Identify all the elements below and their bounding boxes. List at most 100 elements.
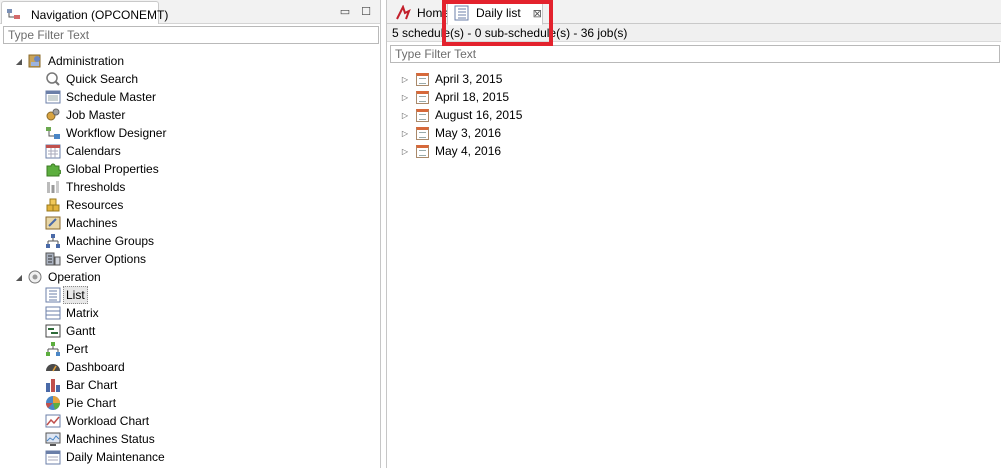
tree-item-workflow-designer[interactable]: Workflow Designer bbox=[0, 124, 380, 142]
tree-item-pie-chart[interactable]: Pie Chart bbox=[0, 394, 380, 412]
tree-item-label: Job Master bbox=[66, 108, 126, 122]
maximize-button[interactable]: ☐ bbox=[359, 4, 373, 18]
summary-status: 5 schedule(s) - 0 sub-schedule(s) - 36 j… bbox=[387, 24, 1001, 42]
calendar-icon bbox=[416, 72, 429, 86]
calendar-icon bbox=[416, 90, 429, 104]
pert-icon bbox=[45, 341, 61, 357]
schedule-date-label: August 16, 2015 bbox=[435, 108, 523, 122]
tree-item-workload-chart[interactable]: Workload Chart bbox=[0, 412, 380, 430]
tab-daily-list[interactable]: Daily list ⊠ bbox=[447, 1, 543, 25]
tree-item-label: Pie Chart bbox=[66, 396, 117, 410]
navigation-tree: ◢ Administration Quick Search Schedule M… bbox=[0, 52, 380, 466]
admin-icon bbox=[27, 53, 43, 69]
expand-arrow-icon[interactable]: ◢ bbox=[14, 56, 24, 66]
tree-item-schedule-master[interactable]: Schedule Master bbox=[0, 88, 380, 106]
tree-item-label: Daily Maintenance bbox=[66, 450, 165, 464]
expand-arrow-icon[interactable]: ▷ bbox=[400, 146, 410, 156]
navigation-header: Navigation (OPCONEMT) ▭ ☐ bbox=[0, 0, 380, 24]
tree-item-label: Resources bbox=[66, 198, 124, 212]
expand-arrow-icon[interactable]: ▷ bbox=[400, 110, 410, 120]
gears-icon bbox=[45, 107, 61, 123]
schedule-date-list: ▷ April 3, 2015 ▷ April 18, 2015 ▷ Augus… bbox=[400, 70, 522, 160]
navigation-icon bbox=[6, 7, 22, 23]
schedule-date-label: May 3, 2016 bbox=[435, 126, 502, 140]
workload-chart-icon bbox=[45, 413, 61, 429]
calendar-icon bbox=[416, 108, 429, 122]
machine-groups-icon bbox=[45, 233, 61, 249]
calendar-icon bbox=[45, 143, 61, 159]
navigation-filter-input[interactable] bbox=[3, 26, 379, 44]
tree-item-label: Workflow Designer bbox=[66, 126, 167, 140]
thresholds-icon bbox=[45, 179, 61, 195]
daily-maintenance-icon bbox=[45, 449, 61, 465]
navigation-pane: Navigation (OPCONEMT) ▭ ☐ ◢ Administrati… bbox=[0, 0, 381, 468]
tree-item-global-properties[interactable]: Global Properties bbox=[0, 160, 380, 178]
list-item[interactable]: ▷ May 4, 2016 bbox=[400, 142, 522, 160]
tree-item-label: Server Options bbox=[66, 252, 147, 266]
machines-status-icon bbox=[45, 431, 61, 447]
tree-item-label: Global Properties bbox=[66, 162, 159, 176]
tree-item-label: Calendars bbox=[66, 144, 121, 158]
schedule-master-icon bbox=[45, 89, 61, 105]
navigation-tab-title: Navigation (OPCONEMT) bbox=[31, 7, 169, 22]
tree-item-dashboard[interactable]: Dashboard bbox=[0, 358, 380, 376]
expand-arrow-icon[interactable]: ▷ bbox=[400, 92, 410, 102]
tree-item-matrix[interactable]: Matrix bbox=[0, 304, 380, 322]
tree-item-machines-status[interactable]: Machines Status bbox=[0, 430, 380, 448]
pie-chart-icon bbox=[45, 395, 61, 411]
list-icon bbox=[454, 5, 470, 21]
calendar-icon bbox=[416, 126, 429, 140]
server-options-icon bbox=[45, 251, 61, 267]
tree-item-label: Bar Chart bbox=[66, 378, 118, 392]
tree-item-gantt[interactable]: Gantt bbox=[0, 322, 380, 340]
expand-arrow-icon[interactable]: ▷ bbox=[400, 128, 410, 138]
tree-item-label: Matrix bbox=[66, 306, 99, 320]
list-item[interactable]: ▷ August 16, 2015 bbox=[400, 106, 522, 124]
tree-item-server-options[interactable]: Server Options bbox=[0, 250, 380, 268]
tree-item-label: Machines Status bbox=[66, 432, 155, 446]
tree-item-label: Machine Groups bbox=[66, 234, 155, 248]
tree-item-calendars[interactable]: Calendars bbox=[0, 142, 380, 160]
tree-item-label: Workload Chart bbox=[66, 414, 150, 428]
tree-group-administration[interactable]: ◢ Administration bbox=[0, 52, 380, 70]
resources-icon bbox=[45, 197, 61, 213]
tree-item-machines[interactable]: Machines bbox=[0, 214, 380, 232]
tree-item-machine-groups[interactable]: Machine Groups bbox=[0, 232, 380, 250]
close-tab-icon[interactable]: ⊠ bbox=[533, 7, 542, 20]
tree-item-list[interactable]: List bbox=[0, 286, 380, 304]
minimize-button[interactable]: ▭ bbox=[338, 4, 352, 18]
tree-group-operation[interactable]: ◢ Operation bbox=[0, 268, 380, 286]
tree-group-label: Administration bbox=[48, 54, 125, 68]
daily-list-filter-input[interactable] bbox=[390, 45, 1000, 63]
tree-item-job-master[interactable]: Job Master bbox=[0, 106, 380, 124]
workflow-icon bbox=[45, 125, 61, 141]
calendar-icon bbox=[416, 144, 429, 158]
operation-icon bbox=[27, 269, 43, 285]
list-icon bbox=[45, 287, 61, 303]
list-item[interactable]: ▷ April 3, 2015 bbox=[400, 70, 522, 88]
puzzle-icon bbox=[45, 161, 62, 177]
tree-item-label: Machines bbox=[66, 216, 118, 230]
expand-arrow-icon[interactable]: ▷ bbox=[400, 74, 410, 84]
expand-arrow-icon[interactable]: ◢ bbox=[14, 272, 24, 282]
magnifier-icon bbox=[45, 71, 61, 87]
tab-home[interactable]: Home bbox=[389, 1, 449, 24]
gantt-icon bbox=[45, 323, 61, 339]
navigation-tab[interactable]: Navigation (OPCONEMT) bbox=[1, 1, 168, 24]
tree-item-quick-search[interactable]: Quick Search bbox=[0, 70, 380, 88]
list-item[interactable]: ▷ May 3, 2016 bbox=[400, 124, 522, 142]
tree-item-resources[interactable]: Resources bbox=[0, 196, 380, 214]
tab-daily-list-label: Daily list bbox=[476, 6, 521, 20]
tree-item-label: Dashboard bbox=[66, 360, 125, 374]
tree-item-label: List bbox=[63, 286, 88, 304]
machine-icon bbox=[45, 215, 61, 231]
tree-item-label: Quick Search bbox=[66, 72, 139, 86]
schedule-date-label: April 18, 2015 bbox=[435, 90, 510, 104]
tree-group-label: Operation bbox=[48, 270, 101, 284]
tree-item-daily-maintenance[interactable]: Daily Maintenance bbox=[0, 448, 380, 466]
list-item[interactable]: ▷ April 18, 2015 bbox=[400, 88, 522, 106]
tree-item-thresholds[interactable]: Thresholds bbox=[0, 178, 380, 196]
matrix-icon bbox=[45, 305, 61, 321]
tree-item-bar-chart[interactable]: Bar Chart bbox=[0, 376, 380, 394]
tree-item-pert[interactable]: Pert bbox=[0, 340, 380, 358]
